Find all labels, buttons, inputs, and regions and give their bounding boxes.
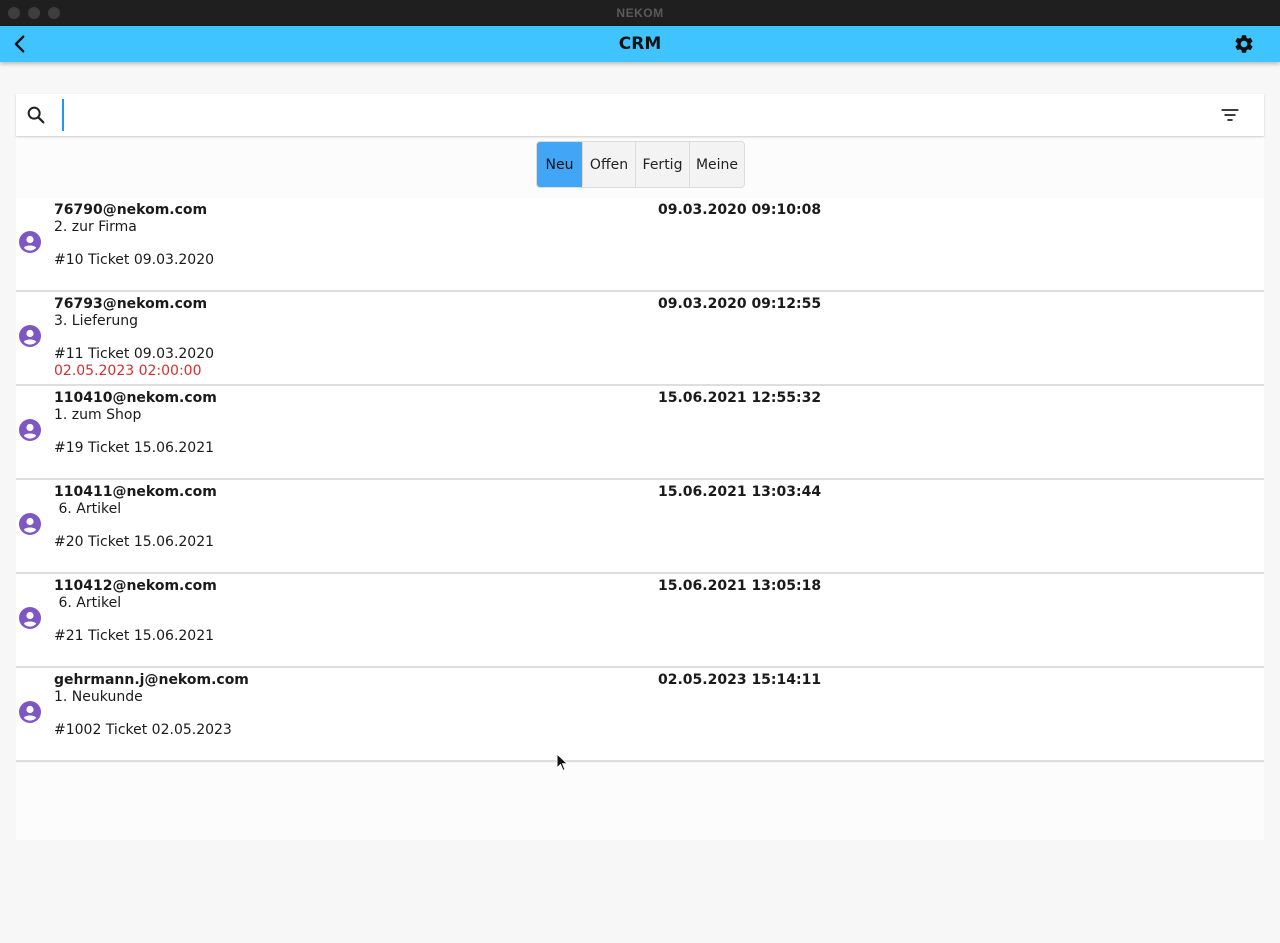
chevron-left-icon	[14, 35, 25, 53]
gear-icon	[1235, 35, 1253, 53]
tab-neu[interactable]: Neu	[537, 142, 583, 187]
ticket-subject: 1. zum Shop	[54, 407, 142, 423]
ticket-subject: 2. zur Firma	[54, 219, 137, 235]
ticket-subject: 3. Lieferung	[54, 313, 139, 329]
minimize-window-button[interactable]	[28, 7, 40, 19]
ticket-date: 15.06.2021 12:55:32	[658, 390, 822, 406]
search-input[interactable]	[62, 99, 1170, 131]
ticket-subject: 6. Artikel	[54, 595, 122, 611]
tab-fertig[interactable]: Fertig	[636, 142, 690, 187]
ticket-number: #21 Ticket 15.06.2021	[54, 628, 215, 644]
ticket-row[interactable]: 110411@nekom.com 15.06.2021 13:03:44 6. …	[16, 480, 1264, 574]
window-titlebar: NEKOM	[0, 0, 1280, 26]
ticket-email: 76793@nekom.com	[54, 296, 208, 312]
ticket-date: 09.03.2020 09:12:55	[658, 296, 822, 312]
ticket-number: #19 Ticket 15.06.2021	[54, 440, 215, 456]
ticket-number: #10 Ticket 09.03.2020	[54, 252, 215, 268]
back-button[interactable]	[8, 32, 32, 56]
ticket-date: 09.03.2020 09:10:08	[658, 202, 822, 218]
ticket-email: 110411@nekom.com	[54, 484, 217, 500]
search-bar	[16, 94, 1264, 136]
ticket-row[interactable]: 110412@nekom.com 15.06.2021 13:05:18 6. …	[16, 574, 1264, 668]
ticket-date: 02.05.2023 15:14:11	[658, 672, 822, 688]
ticket-list: 76790@nekom.com 09.03.2020 09:10:08 2. z…	[16, 198, 1264, 762]
ticket-subject: 6. Artikel	[54, 501, 122, 517]
avatar-icon	[19, 325, 41, 347]
ticket-email: gehrmann.j@nekom.com	[54, 672, 249, 688]
search-icon	[24, 103, 48, 127]
app-bar: CRM	[0, 26, 1280, 62]
ticket-due-date: 02.05.2023 02:00:00	[54, 363, 202, 379]
tab-offen[interactable]: Offen	[583, 142, 636, 187]
ticket-date: 15.06.2021 13:03:44	[658, 484, 822, 500]
page-title: CRM	[618, 34, 662, 54]
avatar-icon	[19, 419, 41, 441]
ticket-email: 110410@nekom.com	[54, 390, 217, 406]
tab-meine[interactable]: Meine	[690, 142, 744, 187]
ticket-row[interactable]: gehrmann.j@nekom.com 02.05.2023 15:14:11…	[16, 668, 1264, 762]
ticket-date: 15.06.2021 13:05:18	[658, 578, 822, 594]
settings-button[interactable]	[1232, 32, 1256, 56]
window-controls	[8, 7, 60, 19]
ticket-email: 110412@nekom.com	[54, 578, 217, 594]
ticket-row[interactable]: 110410@nekom.com 15.06.2021 12:55:32 1. …	[16, 386, 1264, 480]
avatar-icon	[19, 513, 41, 535]
app-window: NEKOM CRM Neu Offen Fertig Meine 76790@n…	[0, 0, 1280, 943]
ticket-row[interactable]: 76793@nekom.com 09.03.2020 09:12:55 3. L…	[16, 292, 1264, 386]
window-title: NEKOM	[616, 6, 664, 20]
close-window-button[interactable]	[8, 7, 20, 19]
filter-icon	[1221, 109, 1239, 121]
status-tabs: Neu Offen Fertig Meine	[536, 141, 745, 188]
ticket-number: #20 Ticket 15.06.2021	[54, 534, 215, 550]
ticket-email: 76790@nekom.com	[54, 202, 208, 218]
mouse-cursor-icon	[556, 753, 569, 772]
ticket-number: #11 Ticket 09.03.2020	[54, 346, 215, 362]
avatar-icon	[19, 701, 41, 723]
ticket-row[interactable]: 76790@nekom.com 09.03.2020 09:10:08 2. z…	[16, 198, 1264, 292]
avatar-icon	[19, 607, 41, 629]
zoom-window-button[interactable]	[48, 7, 60, 19]
avatar-icon	[19, 231, 41, 253]
ticket-subject: 1. Neukunde	[54, 689, 143, 705]
filter-button[interactable]	[1218, 103, 1242, 127]
ticket-number: #1002 Ticket 02.05.2023	[54, 722, 232, 738]
